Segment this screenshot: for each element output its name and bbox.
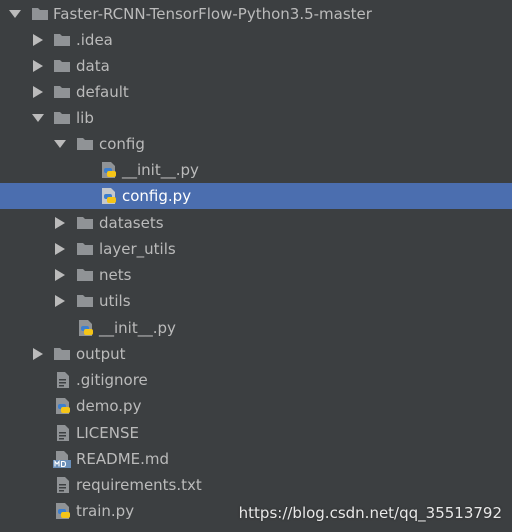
tree-item-label: layer_utils bbox=[99, 240, 176, 258]
python-file-icon bbox=[79, 320, 93, 336]
tree-item-folder-data[interactable]: data bbox=[0, 53, 512, 79]
tree-item-file-lib-init-py[interactable]: __init__.py bbox=[0, 315, 512, 341]
folder-icon bbox=[77, 243, 93, 255]
tree-item-folder-nets[interactable]: nets bbox=[0, 262, 512, 288]
python-file-icon bbox=[56, 398, 70, 414]
tree-item-folder-config[interactable]: config bbox=[0, 131, 512, 157]
folder-icon bbox=[32, 8, 48, 20]
folder-icon bbox=[77, 217, 93, 229]
tree-item-label: datasets bbox=[99, 214, 164, 232]
tree-item-label: output bbox=[76, 345, 126, 363]
tree-item-file-gitignore[interactable]: .gitignore bbox=[0, 367, 512, 393]
tree-item-folder-lib[interactable]: lib bbox=[0, 105, 512, 131]
folder-icon bbox=[54, 60, 70, 72]
tree-item-label: .idea bbox=[76, 31, 113, 49]
chevron-down-icon[interactable] bbox=[31, 112, 45, 124]
python-file-icon bbox=[56, 503, 70, 519]
python-file-icon bbox=[102, 188, 116, 204]
folder-icon bbox=[54, 348, 70, 360]
text-file-icon bbox=[57, 477, 69, 493]
tree-item-label: __init__.py bbox=[99, 319, 176, 337]
folder-icon bbox=[54, 86, 70, 98]
chevron-right-icon[interactable] bbox=[31, 60, 45, 72]
tree-item-file-readme-md[interactable]: README.md bbox=[0, 446, 512, 472]
chevron-right-icon[interactable] bbox=[53, 217, 67, 229]
tree-item-label: demo.py bbox=[76, 397, 142, 415]
tree-item-file-config-init-py[interactable]: __init__.py bbox=[0, 157, 512, 183]
folder-icon bbox=[54, 34, 70, 46]
project-tree: Faster-RCNN-TensorFlow-Python3.5-master … bbox=[0, 0, 512, 532]
tree-item-file-config-py[interactable]: config.py bbox=[0, 183, 512, 209]
tree-item-label: .gitignore bbox=[76, 371, 148, 389]
markdown-file-icon bbox=[53, 451, 71, 468]
tree-item-file-license[interactable]: LICENSE bbox=[0, 420, 512, 446]
tree-item-label: requirements.txt bbox=[76, 476, 202, 494]
chevron-right-icon[interactable] bbox=[31, 34, 45, 46]
tree-item-root-folder[interactable]: Faster-RCNN-TensorFlow-Python3.5-master bbox=[0, 1, 512, 27]
tree-item-label: config bbox=[99, 135, 145, 153]
folder-icon bbox=[54, 112, 70, 124]
chevron-right-icon[interactable] bbox=[31, 86, 45, 98]
tree-item-label: train.py bbox=[76, 502, 135, 520]
tree-item-folder-output[interactable]: output bbox=[0, 341, 512, 367]
tree-item-file-requirements-txt[interactable]: requirements.txt bbox=[0, 472, 512, 498]
tree-item-folder-layer-utils[interactable]: layer_utils bbox=[0, 236, 512, 262]
chevron-right-icon[interactable] bbox=[53, 295, 67, 307]
tree-item-folder-datasets[interactable]: datasets bbox=[0, 210, 512, 236]
tree-item-label: README.md bbox=[76, 450, 170, 468]
chevron-down-icon[interactable] bbox=[53, 138, 67, 150]
tree-item-folder-default[interactable]: default bbox=[0, 79, 512, 105]
folder-icon bbox=[77, 138, 93, 150]
folder-icon bbox=[77, 269, 93, 281]
chevron-right-icon[interactable] bbox=[53, 243, 67, 255]
folder-icon bbox=[77, 295, 93, 307]
chevron-right-icon[interactable] bbox=[31, 348, 45, 360]
text-file-icon bbox=[57, 425, 69, 441]
tree-item-label: LICENSE bbox=[76, 424, 139, 442]
tree-item-label: lib bbox=[76, 109, 94, 127]
tree-item-label: Faster-RCNN-TensorFlow-Python3.5-master bbox=[53, 5, 372, 23]
text-file-icon bbox=[57, 372, 69, 388]
chevron-right-icon[interactable] bbox=[53, 269, 67, 281]
tree-item-label: utils bbox=[99, 292, 131, 310]
tree-item-label: default bbox=[76, 83, 129, 101]
tree-item-folder-idea[interactable]: .idea bbox=[0, 27, 512, 53]
watermark-text: https://blog.csdn.net/qq_35513792 bbox=[238, 504, 502, 522]
python-file-icon bbox=[102, 162, 116, 178]
tree-item-label: __init__.py bbox=[122, 161, 199, 179]
tree-item-label: nets bbox=[99, 266, 132, 284]
chevron-down-icon[interactable] bbox=[8, 8, 22, 20]
tree-item-label: config.py bbox=[122, 187, 192, 205]
tree-item-folder-utils[interactable]: utils bbox=[0, 288, 512, 314]
tree-item-file-demo-py[interactable]: demo.py bbox=[0, 393, 512, 419]
tree-item-label: data bbox=[76, 57, 110, 75]
